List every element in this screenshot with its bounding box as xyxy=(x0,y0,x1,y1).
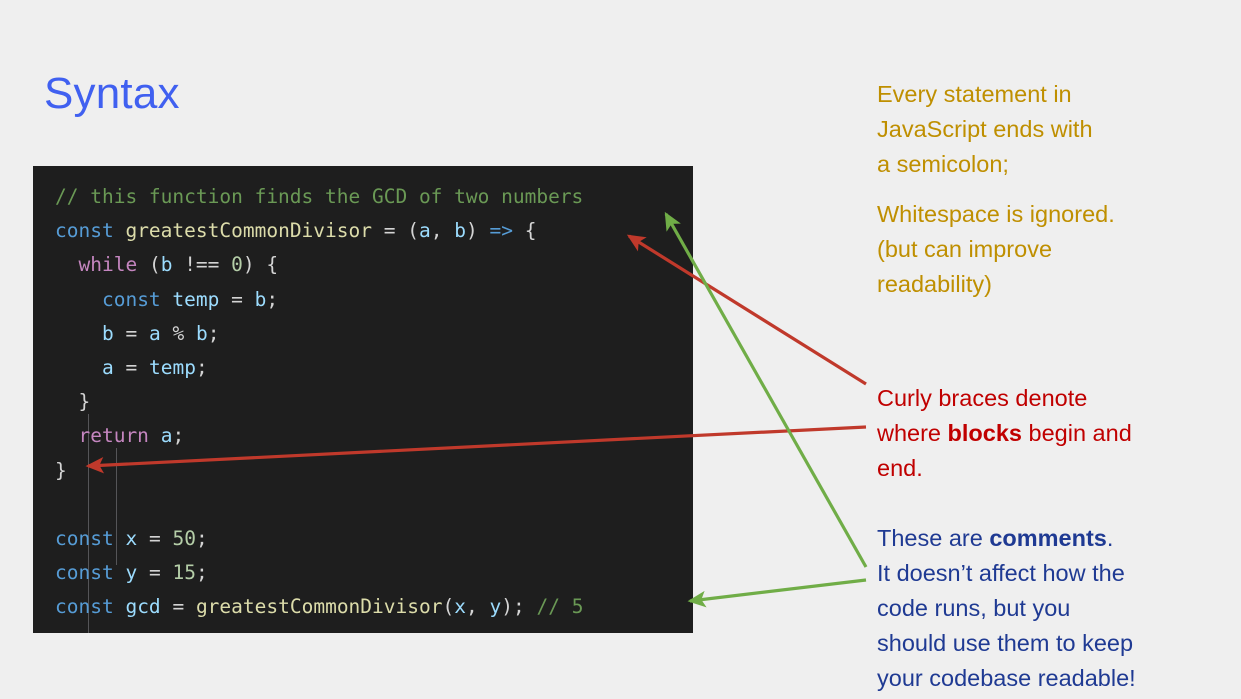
code-line: b = a % b; xyxy=(101,321,220,345)
annotation-line: (but can improve xyxy=(877,236,1053,262)
annotation-line: readability) xyxy=(877,271,992,297)
code-line: } xyxy=(55,458,67,482)
annotation-whitespace: Whitespace is ignored. (but can improve … xyxy=(877,197,1227,302)
code-line: return a; xyxy=(78,424,185,448)
annotation-line: These are comments. xyxy=(877,521,1237,556)
annotation-text: where xyxy=(877,420,948,446)
code-line: } xyxy=(78,390,91,414)
annotation-line: end. xyxy=(877,455,923,481)
annotation-emphasis: comments xyxy=(989,525,1107,551)
annotation-braces: Curly braces denote where blocks begin a… xyxy=(877,381,1227,486)
annotation-comments: These are comments. It doesn’t affect ho… xyxy=(877,521,1237,696)
slide-canvas: Syntax // this function finds the GCD of… xyxy=(0,0,1241,699)
annotation-emphasis: blocks xyxy=(947,420,1022,446)
code-line: const gcd = greatestCommonDivisor(x, y);… xyxy=(55,595,584,619)
code-line: while (b !== 0) { xyxy=(78,253,279,277)
annotation-line: should use them to keep xyxy=(877,630,1134,656)
code-line: const temp = b; xyxy=(101,287,279,311)
annotation-line: Whitespace is ignored. xyxy=(877,201,1115,227)
code-line: const x = 50; xyxy=(55,526,208,550)
annotation-line: a semicolon; xyxy=(877,151,1009,177)
annotation-line: Every statement in xyxy=(877,81,1072,107)
annotation-text: These are xyxy=(877,525,990,551)
annotation-line: where blocks begin and xyxy=(877,416,1227,451)
annotation-semicolon: Every statement in JavaScript ends with … xyxy=(877,77,1227,182)
annotation-line: code runs, but you xyxy=(877,595,1071,621)
page-title: Syntax xyxy=(44,69,180,118)
annotation-line: Curly braces denote xyxy=(877,385,1088,411)
code-line: // this function finds the GCD of two nu… xyxy=(55,185,584,208)
arrow-comment-top xyxy=(664,211,868,568)
arrow-comment-inline xyxy=(687,578,867,608)
annotation-line: JavaScript ends with xyxy=(877,116,1093,142)
annotation-line: It doesn’t affect how the xyxy=(877,560,1125,586)
annotation-text: . xyxy=(1106,525,1114,551)
code-block: // this function finds the GCD of two nu… xyxy=(33,166,693,633)
code-line: const greatestCommonDivisor = (a, b) => … xyxy=(55,219,537,243)
code-line: a = temp; xyxy=(101,355,208,379)
annotation-line: your codebase readable! xyxy=(877,665,1136,691)
code-line: const y = 15; xyxy=(55,561,208,585)
annotation-text: begin and xyxy=(1022,420,1132,446)
